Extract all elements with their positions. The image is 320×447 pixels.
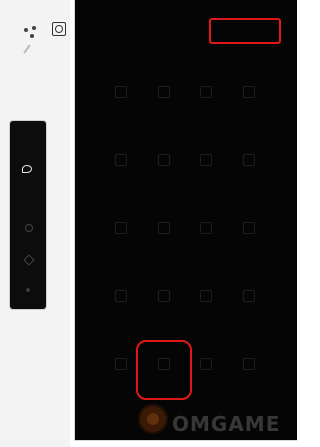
tile[interactable]	[186, 280, 226, 324]
tile-grid	[87, 58, 283, 400]
tile-icon	[200, 290, 213, 302]
tile[interactable]	[101, 280, 141, 324]
tile[interactable]	[229, 144, 269, 188]
dots-icon[interactable]	[24, 26, 40, 42]
section-label	[87, 194, 283, 208]
tile-icon	[157, 86, 170, 98]
tile-row	[87, 140, 283, 194]
watermark: OMGAME	[138, 404, 308, 444]
tile-icon	[115, 358, 127, 370]
tile-icon	[115, 154, 127, 166]
tile-icon	[157, 358, 170, 370]
tile-row	[87, 276, 283, 330]
tile[interactable]	[144, 212, 184, 256]
selected-tile[interactable]	[135, 340, 192, 400]
tile-icon	[200, 222, 213, 234]
tile-icon	[200, 86, 213, 98]
tile[interactable]	[229, 280, 269, 324]
circle-icon[interactable]	[22, 221, 34, 233]
section-label	[87, 58, 283, 72]
tile[interactable]	[186, 348, 226, 392]
tile-row	[87, 72, 283, 126]
tile-icon	[242, 222, 255, 234]
tile-row	[87, 208, 283, 262]
tile[interactable]	[186, 144, 226, 188]
left-rail	[0, 0, 70, 447]
dot-icon[interactable]	[22, 284, 34, 296]
side-toolbar	[10, 121, 46, 309]
tile[interactable]	[229, 348, 269, 392]
tile-picker-panel	[74, 0, 297, 441]
tile[interactable]	[186, 212, 226, 256]
tile-icon	[157, 290, 170, 302]
tile-icon	[242, 290, 255, 302]
tile-icon	[242, 154, 255, 166]
tile[interactable]	[101, 144, 141, 188]
tile[interactable]	[186, 76, 226, 120]
tile[interactable]	[229, 76, 269, 120]
tile-icon	[200, 154, 213, 166]
tile-icon	[115, 86, 127, 98]
tile[interactable]	[101, 212, 141, 256]
done-button[interactable]	[209, 18, 281, 44]
watermark-logo-icon	[138, 404, 168, 434]
tile-icon	[157, 154, 170, 166]
watermark-text: OMGAME	[172, 412, 281, 436]
tile-icon	[115, 222, 127, 234]
camera-icon[interactable]	[52, 22, 66, 36]
tile[interactable]	[229, 212, 269, 256]
tile-icon	[242, 86, 255, 98]
tile[interactable]	[144, 280, 184, 324]
tile-icon	[242, 358, 255, 370]
rail-top-tools	[14, 12, 70, 64]
tile-icon	[200, 358, 213, 370]
tile[interactable]	[144, 76, 184, 120]
section-label	[87, 126, 283, 140]
diamond-icon[interactable]	[22, 253, 34, 265]
tile[interactable]	[101, 348, 141, 392]
section-label	[87, 262, 283, 276]
tile-icon	[157, 222, 170, 234]
tile[interactable]	[101, 76, 141, 120]
tile-icon	[115, 290, 127, 302]
tile-row	[87, 340, 283, 400]
brush-icon[interactable]	[22, 163, 34, 175]
tile[interactable]	[144, 144, 184, 188]
section-label	[87, 330, 283, 344]
pen-icon	[23, 44, 31, 54]
